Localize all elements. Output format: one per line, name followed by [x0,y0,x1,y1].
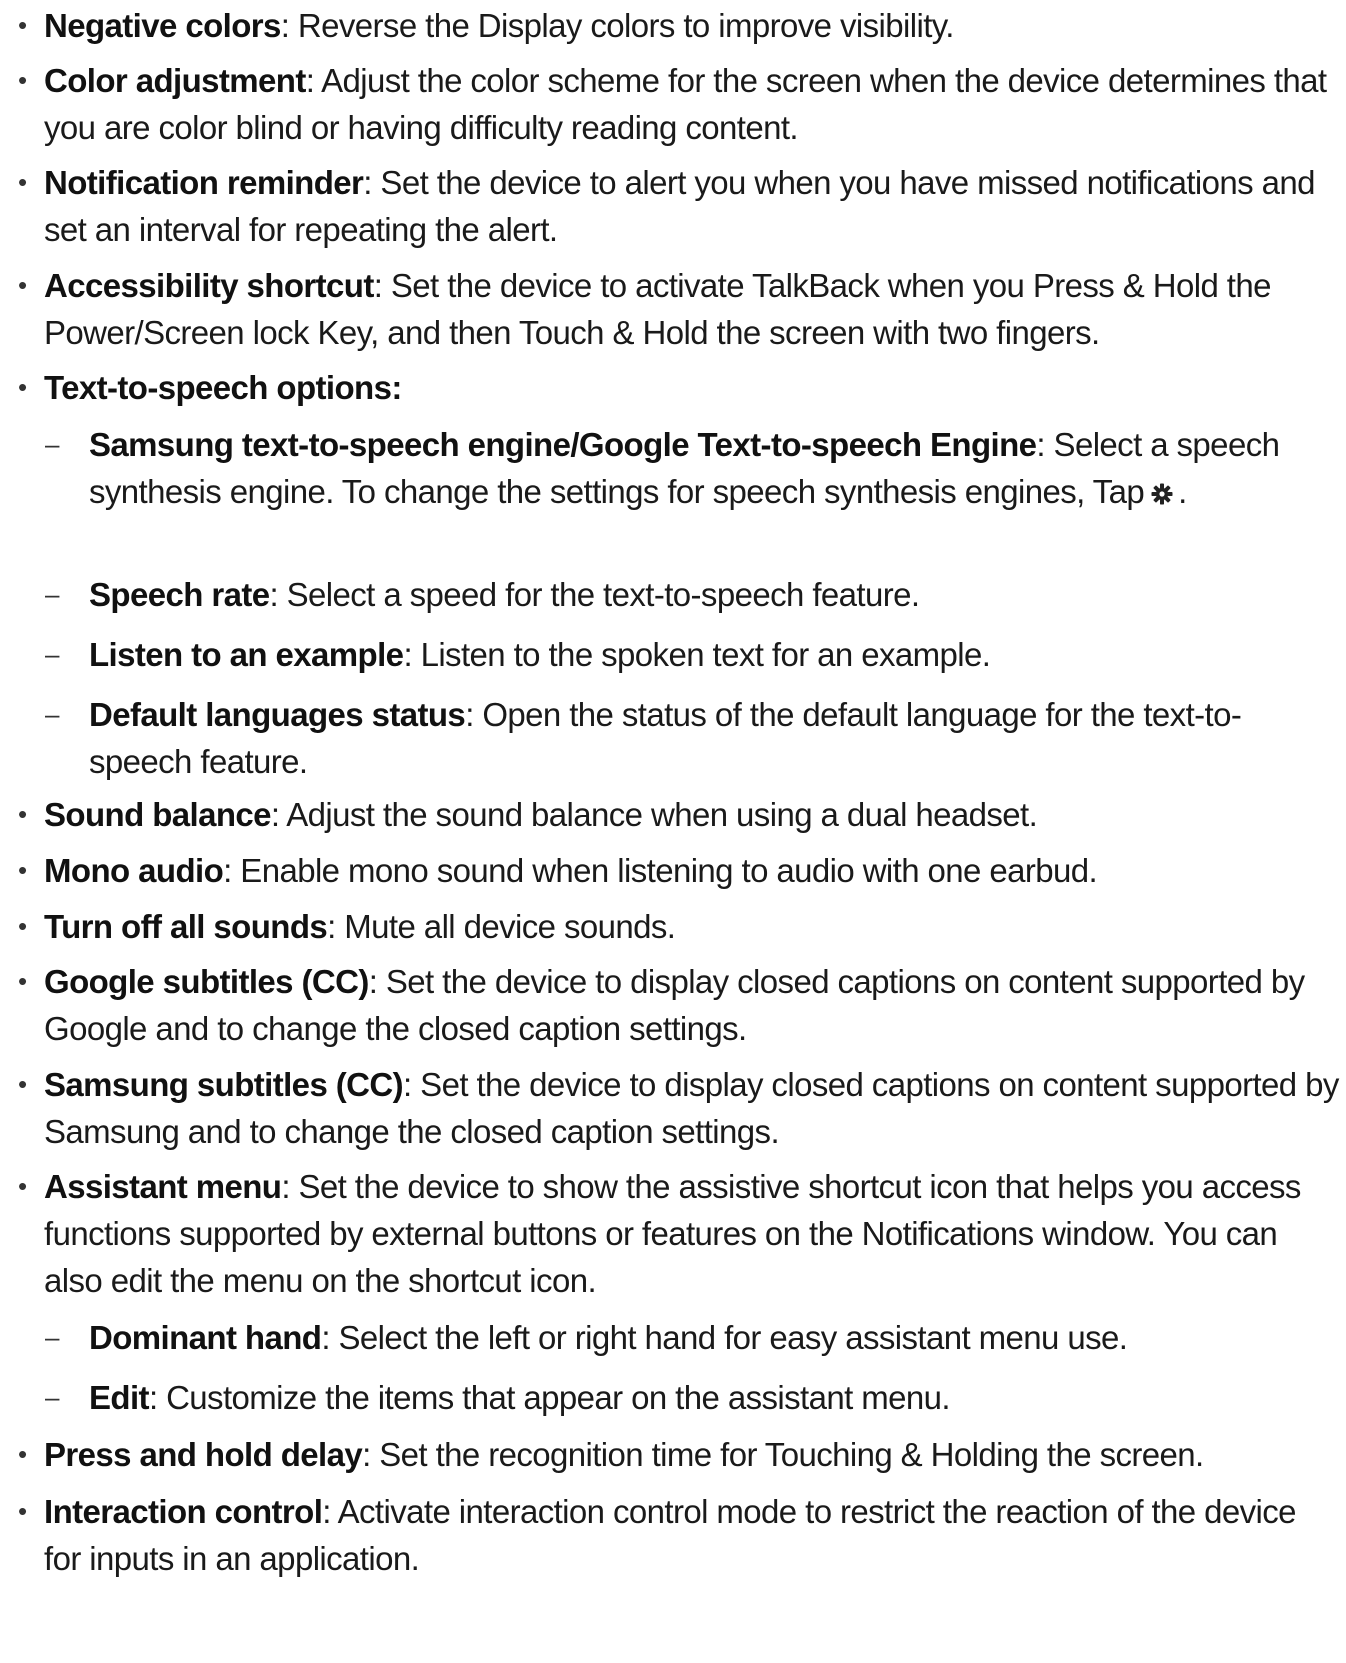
item-term: Text-to-speech options: [44,369,402,406]
item-term: Negative colors [44,7,281,44]
item-term: Color adjustment [44,62,306,99]
dash: – [45,1382,59,1412]
item-description: : Adjust the sound balance when using a … [270,796,1038,833]
dash: – [45,579,59,609]
item-term: Press and hold delay [44,1436,363,1473]
accessibility-settings-page: • Negative colors: Reverse the Display c… [0,0,1346,1663]
item-term: Sound balance [44,796,272,833]
bullet: • [18,270,27,300]
item-description: : Select the left or right hand for easy… [321,1319,1128,1356]
bullet: • [18,799,27,829]
item-term: Samsung text-to-speech engine/Google Tex… [89,426,1037,463]
item-term: Listen to an example [89,636,404,673]
item-term: Notification reminder [44,164,364,201]
item-term: Speech rate [89,576,270,613]
dash: – [45,699,59,729]
item-term: Edit [89,1379,150,1416]
bullet: • [18,1496,27,1526]
bullet: • [18,372,27,402]
item-term: Interaction control [44,1493,323,1530]
item-term: Dominant hand [89,1319,322,1356]
item-term: Accessibility shortcut [44,267,374,304]
item-description: : Customize the items that appear on the… [148,1379,951,1416]
item-description-end: . [1178,473,1187,510]
item-description: : Reverse the Display colors to improve … [280,7,955,44]
item-term: Samsung subtitles (CC) [44,1066,404,1103]
item-description: : Listen to the spoken text for an examp… [403,636,991,673]
item-description: : Select a speed for the text-to-speech … [269,576,921,613]
gear-icon [1151,483,1173,505]
item-term: Mono audio [44,852,224,889]
item-description: : Mute all device sounds. [327,908,676,945]
bullet: • [18,1439,27,1469]
bullet: • [18,1069,27,1099]
dash: – [45,639,59,669]
bullet: • [18,167,27,197]
bullet: • [18,911,27,941]
item-description: : Set the recognition time for Touching … [362,1436,1204,1473]
bullet: • [18,855,27,885]
item-term: Turn off all sounds [44,908,328,945]
bullet: • [18,1171,27,1201]
item-term: Google subtitles (CC) [44,963,369,1000]
item-term: Assistant menu [44,1168,282,1205]
item-description: : Enable mono sound when listening to au… [223,852,1098,889]
bullet: • [18,966,27,996]
bullet: • [18,65,27,95]
dash: – [45,1322,59,1352]
item-term: Default languages status [89,696,466,733]
dash: – [45,429,59,459]
bullet: • [18,10,27,40]
